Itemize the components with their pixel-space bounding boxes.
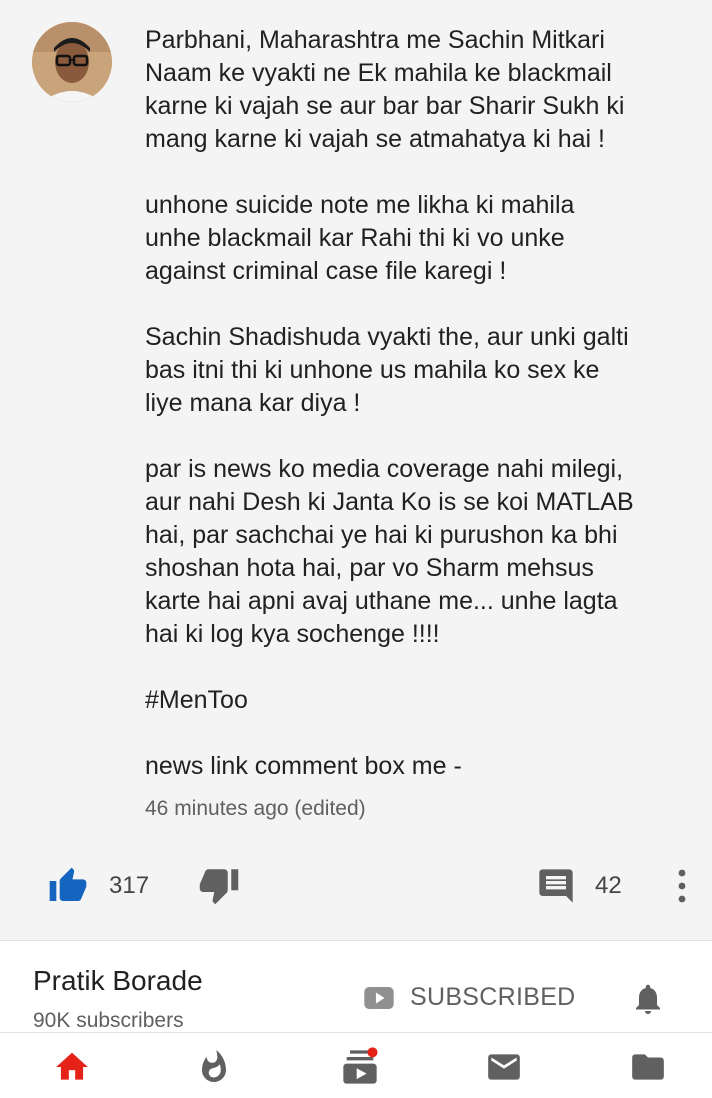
post-paragraph: unhone suicide note me likha ki mahila u… (145, 191, 575, 285)
subscriptions-icon (343, 1047, 378, 1084)
comment-icon (539, 869, 573, 903)
bottom-navigation (0, 1032, 712, 1098)
news-link-text: news link comment box me - (145, 752, 462, 780)
like-button[interactable]: 317 (45, 866, 149, 906)
more-vert-icon (678, 869, 686, 903)
home-icon (56, 1052, 88, 1080)
post-paragraph: par is news ko media coverage nahi mileg… (145, 455, 634, 648)
subscribed-label: SUBSCRIBED (410, 983, 576, 1011)
community-post: Parbhani, Maharashtra me Sachin Mitkari … (0, 0, 712, 940)
more-options-button[interactable] (672, 866, 692, 906)
subscriber-count: 90K subscribers (33, 1009, 184, 1032)
notification-bell-button[interactable] (630, 979, 666, 1024)
subscribed-button[interactable]: SUBSCRIBED (364, 983, 576, 1012)
bell-icon (636, 984, 660, 1014)
avatar-image (32, 22, 112, 102)
nav-home[interactable] (52, 1047, 92, 1087)
dislike-button[interactable] (196, 864, 242, 906)
youtube-icon (364, 986, 394, 1009)
nav-subscriptions[interactable] (340, 1047, 380, 1087)
inbox-icon (488, 1054, 520, 1080)
post-paragraph: Sachin Shadishuda vyakti the, aur unki g… (145, 323, 629, 417)
nav-trending[interactable] (194, 1047, 234, 1087)
channel-bar: Pratik Borade 90K subscribers SUBSCRIBED (0, 940, 712, 1033)
trending-icon (202, 1050, 226, 1082)
thumbs-up-icon (49, 867, 87, 901)
hashtag[interactable]: #MenToo (145, 684, 685, 717)
post-actions: 317 42 (0, 858, 712, 918)
nav-library[interactable] (628, 1047, 668, 1087)
comment-count: 42 (595, 872, 622, 899)
nav-inbox[interactable] (484, 1047, 524, 1087)
channel-name[interactable]: Pratik Borade (33, 965, 203, 997)
post-timestamp: 46 minutes ago (edited) (145, 797, 366, 820)
like-count: 317 (109, 872, 150, 899)
post-text: Parbhani, Maharashtra me Sachin Mitkari … (145, 24, 685, 783)
comments-button[interactable]: 42 (535, 866, 622, 906)
thumbs-down-icon (199, 869, 239, 905)
library-folder-icon (632, 1054, 664, 1080)
author-avatar[interactable] (32, 22, 112, 102)
post-paragraph: Parbhani, Maharashtra me Sachin Mitkari … (145, 26, 625, 153)
